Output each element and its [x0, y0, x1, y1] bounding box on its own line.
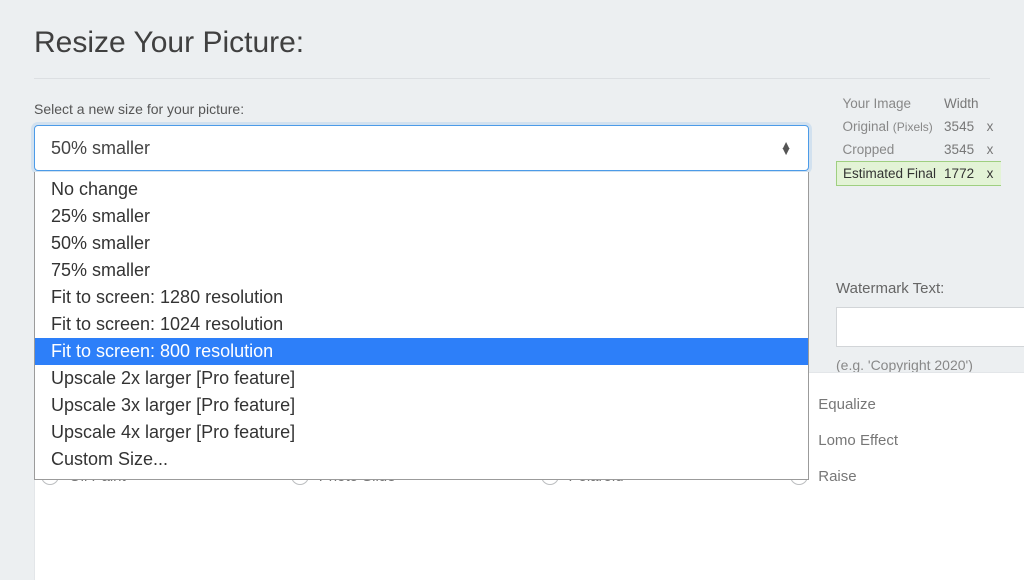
resize-dropdown[interactable]: No change25% smaller50% smaller75% small… [34, 172, 809, 480]
caret-updown-icon: ▲▼ [780, 142, 792, 154]
effect-label: Lomo Effect [818, 432, 898, 449]
watermark-panel: Watermark Text: (e.g. 'Copyright 2020') [836, 280, 1024, 373]
info-row: Cropped3545x [837, 138, 1002, 162]
effect-option[interactable]: Lomo Effect [784, 431, 1024, 449]
resize-select[interactable]: 50% smaller ▲▼ No change25% smaller50% s… [34, 125, 809, 171]
resize-option[interactable]: Fit to screen: 1280 resolution [35, 284, 808, 311]
effect-label: Equalize [818, 396, 876, 413]
divider [34, 78, 990, 79]
resize-select-box[interactable]: 50% smaller ▲▼ [34, 125, 809, 171]
resize-option[interactable]: 50% smaller [35, 230, 808, 257]
info-col-image: Your Image [837, 92, 945, 115]
effect-label: Raise [818, 468, 856, 485]
resize-option[interactable]: Fit to screen: 800 resolution [35, 338, 808, 365]
effect-option[interactable]: Equalize [784, 395, 1024, 413]
resize-option[interactable]: Upscale 3x larger [Pro feature] [35, 392, 808, 419]
resize-select-value: 50% smaller [51, 138, 150, 159]
watermark-label: Watermark Text: [836, 280, 1024, 297]
resize-option[interactable]: Upscale 2x larger [Pro feature] [35, 365, 808, 392]
resize-option[interactable]: 75% smaller [35, 257, 808, 284]
watermark-hint: (e.g. 'Copyright 2020') [836, 357, 1024, 373]
resize-option[interactable]: Upscale 4x larger [Pro feature] [35, 419, 808, 446]
resize-option[interactable]: Fit to screen: 1024 resolution [35, 311, 808, 338]
image-info-table: Your Image Width Original (Pixels)3545xC… [836, 92, 1001, 186]
watermark-input[interactable] [836, 307, 1024, 347]
info-col-width: Width [944, 92, 987, 115]
resize-option[interactable]: Custom Size... [35, 446, 808, 473]
resize-option[interactable]: No change [35, 176, 808, 203]
info-row: Original (Pixels)3545x [837, 115, 1002, 138]
resize-option[interactable]: 25% smaller [35, 203, 808, 230]
page-title: Resize Your Picture: [34, 26, 990, 60]
info-row: Estimated Final1772x [837, 162, 1002, 186]
effect-option[interactable]: Raise [784, 467, 1024, 485]
resize-select-label: Select a new size for your picture: [34, 101, 809, 117]
